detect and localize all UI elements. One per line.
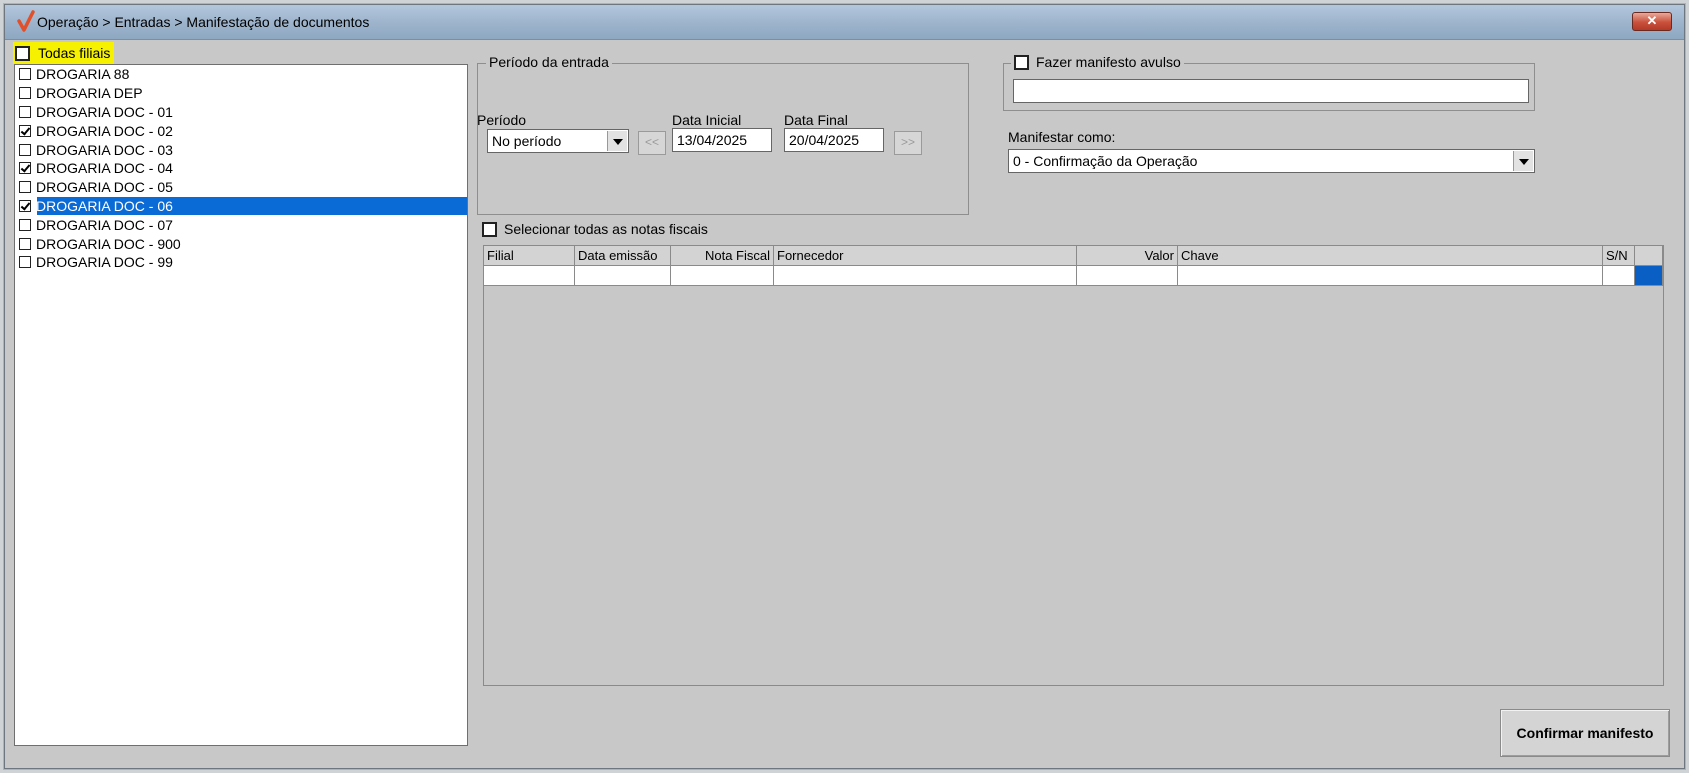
table-row[interactable] xyxy=(484,266,1663,286)
branch-checkbox[interactable] xyxy=(19,162,31,175)
branch-label: DROGARIA 88 xyxy=(36,66,130,83)
table-cell[interactable] xyxy=(575,266,671,286)
next-period-button[interactable]: >> xyxy=(894,131,922,155)
app-logo-icon xyxy=(17,10,35,32)
branch-item[interactable]: DROGARIA DOC - 03 xyxy=(15,140,467,159)
branch-item[interactable]: DROGARIA DOC - 99 xyxy=(15,253,467,272)
all-branches-label: Todas filiais xyxy=(38,45,111,61)
table-cell-selected[interactable] xyxy=(1635,266,1663,286)
window-title: Operação > Entradas > Manifestação de do… xyxy=(37,14,370,30)
branch-item[interactable]: DROGARIA DOC - 04 xyxy=(15,159,467,178)
column-header[interactable]: Chave xyxy=(1178,246,1603,266)
period-select-value: No período xyxy=(492,133,562,149)
column-header[interactable]: Valor xyxy=(1077,246,1178,266)
branch-item[interactable]: DROGARIA DOC - 01 xyxy=(15,103,467,122)
chevron-down-icon[interactable] xyxy=(607,131,627,151)
branch-checkbox[interactable] xyxy=(19,218,31,231)
start-date-input[interactable]: 13/04/2025 xyxy=(672,128,772,152)
table-cell[interactable] xyxy=(1603,266,1635,286)
all-branches-toggle[interactable]: Todas filiais xyxy=(13,42,115,64)
select-all-notes-toggle[interactable]: Selecionar todas as notas fiscais xyxy=(482,221,708,237)
previous-period-button[interactable]: << xyxy=(638,131,666,155)
title-bar: Operação > Entradas > Manifestação de do… xyxy=(5,5,1684,40)
end-date-label: Data Final xyxy=(784,112,848,128)
table-cell[interactable] xyxy=(671,266,774,286)
avulso-input[interactable] xyxy=(1013,79,1529,103)
branch-item[interactable]: DROGARIA 88 xyxy=(15,65,467,84)
branch-checkbox[interactable] xyxy=(19,256,31,269)
manifest-as-value: 0 - Confirmação da Operação xyxy=(1013,153,1198,169)
branch-checkbox[interactable] xyxy=(19,68,31,81)
branch-checkbox[interactable] xyxy=(19,181,31,194)
branch-item[interactable]: DROGARIA DOC - 06 xyxy=(15,196,467,216)
branch-checkbox[interactable] xyxy=(19,87,31,100)
branch-item[interactable]: DROGARIA DOC - 02 xyxy=(15,121,467,140)
branch-checkbox[interactable] xyxy=(19,199,31,212)
table-cell[interactable] xyxy=(774,266,1077,286)
end-date-input[interactable]: 20/04/2025 xyxy=(784,128,884,152)
branch-label: DROGARIA DOC - 04 xyxy=(36,160,173,177)
branch-label: DROGARIA DEP xyxy=(36,85,143,102)
branch-label: DROGARIA DOC - 02 xyxy=(36,122,173,139)
branch-checkbox[interactable] xyxy=(19,105,31,118)
grid-header: Filial Data emissão Nota Fiscal Forneced… xyxy=(484,246,1663,266)
branch-item[interactable]: DROGARIA DOC - 05 xyxy=(15,178,467,197)
avulso-toggle[interactable]: Fazer manifesto avulso xyxy=(1011,54,1184,70)
branch-label: DROGARIA DOC - 01 xyxy=(36,103,173,120)
column-header-spacer xyxy=(1635,246,1663,266)
close-button[interactable]: ✕ xyxy=(1632,12,1672,31)
branch-label: DROGARIA DOC - 03 xyxy=(36,141,173,158)
column-header[interactable]: Fornecedor xyxy=(774,246,1077,266)
branch-label: DROGARIA DOC - 07 xyxy=(36,216,173,233)
invoices-grid[interactable]: Filial Data emissão Nota Fiscal Forneced… xyxy=(483,245,1664,686)
branch-label: DROGARIA DOC - 99 xyxy=(36,254,173,271)
avulso-checkbox[interactable] xyxy=(1014,54,1029,70)
manifest-as-label: Manifestar como: xyxy=(1008,129,1116,145)
period-label: Período xyxy=(477,112,527,128)
chevron-down-icon[interactable] xyxy=(1513,151,1533,171)
branch-list[interactable]: DROGARIA 88 DROGARIA DEP DROGARIA DOC - 01… xyxy=(14,64,468,746)
branch-label: DROGARIA DOC - 05 xyxy=(36,179,173,196)
column-header[interactable]: Filial xyxy=(484,246,575,266)
all-branches-checkbox[interactable] xyxy=(15,45,30,61)
main-window: Operação > Entradas > Manifestação de do… xyxy=(4,4,1685,769)
start-date-label: Data Inicial xyxy=(672,112,742,128)
branch-item[interactable]: DROGARIA DOC - 900 xyxy=(15,234,467,253)
table-cell[interactable] xyxy=(1178,266,1603,286)
branch-checkbox[interactable] xyxy=(19,124,31,137)
table-cell[interactable] xyxy=(1077,266,1178,286)
column-header[interactable]: S/N xyxy=(1603,246,1635,266)
manifest-as-select[interactable]: 0 - Confirmação da Operação xyxy=(1008,149,1535,173)
confirm-manifest-button[interactable]: Confirmar manifesto xyxy=(1500,709,1670,757)
branch-label: DROGARIA DOC - 06 xyxy=(36,197,173,214)
branch-checkbox[interactable] xyxy=(19,237,31,250)
select-all-notes-checkbox[interactable] xyxy=(482,221,497,237)
column-header[interactable]: Data emissão xyxy=(575,246,671,266)
branch-checkbox[interactable] xyxy=(19,143,31,156)
table-cell[interactable] xyxy=(484,266,575,286)
branch-item[interactable]: DROGARIA DEP xyxy=(15,84,467,103)
period-group-title: Período da entrada xyxy=(486,54,612,70)
period-select[interactable]: No período xyxy=(487,129,629,153)
branch-item[interactable]: DROGARIA DOC - 07 xyxy=(15,215,467,234)
avulso-label: Fazer manifesto avulso xyxy=(1036,54,1181,70)
select-all-notes-label: Selecionar todas as notas fiscais xyxy=(504,221,708,237)
column-header[interactable]: Nota Fiscal xyxy=(671,246,774,266)
branch-label: DROGARIA DOC - 900 xyxy=(36,235,181,252)
